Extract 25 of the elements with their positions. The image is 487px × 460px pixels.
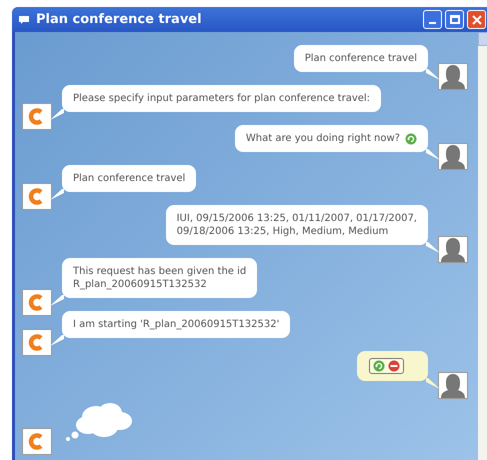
- close-button[interactable]: [467, 10, 486, 29]
- window-title: Plan conference travel: [36, 10, 202, 29]
- c-logo-icon: [22, 183, 52, 210]
- message-text: Plan conference travel: [304, 52, 417, 65]
- c-logo-icon: [22, 428, 52, 455]
- message-text: This request has been given the id R_plan_20060915T132532: [73, 266, 246, 290]
- maximize-button[interactable]: [445, 10, 464, 29]
- message-text: Plan conference travel: [73, 173, 186, 184]
- speech-bubble-icon: [18, 14, 30, 24]
- user-avatar-icon: [438, 143, 468, 170]
- refresh-icon[interactable]: [373, 360, 385, 372]
- message-text: What are you doing right now?: [246, 132, 400, 145]
- user-avatar-icon: [438, 236, 468, 263]
- user-avatar-icon: [438, 63, 468, 90]
- message-text: I am starting 'R_plan_20060915T132532': [73, 319, 280, 330]
- close-icon: [472, 14, 482, 24]
- message-text: Please specify input parameters for plan conference travel:: [73, 93, 370, 104]
- message-text: IUI, 09/15/2006 13:25, 01/11/2007, 01/17/2007, 09/18/2006 13:25, High, Medium, Medium: [176, 212, 417, 238]
- user-avatar-icon: [438, 372, 468, 399]
- stop-icon[interactable]: [388, 360, 400, 372]
- c-logo-icon: [22, 289, 52, 316]
- minimize-button[interactable]: [423, 10, 442, 29]
- c-logo-icon: [22, 103, 52, 130]
- refresh-icon: [405, 132, 417, 144]
- c-logo-icon: [22, 329, 52, 356]
